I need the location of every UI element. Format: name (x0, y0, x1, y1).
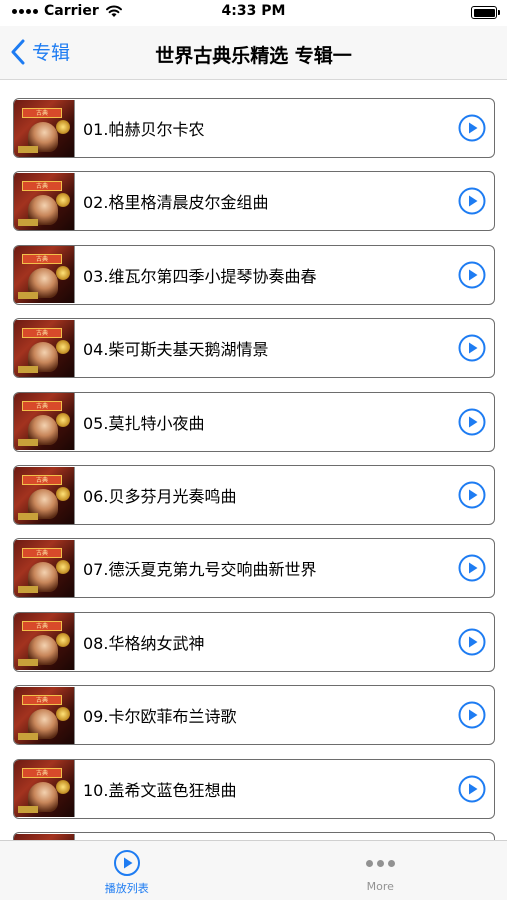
album-cover-image: 古典 (14, 686, 75, 744)
track-title: 10.盖希文蓝色狂想曲 (83, 780, 237, 800)
play-circle-icon (113, 850, 140, 876)
track-title: 04.柴可斯夫基天鹅湖情景 (83, 340, 269, 360)
play-button-icon[interactable] (458, 408, 486, 436)
play-button-icon[interactable] (458, 187, 486, 215)
track-title: 05.莫扎特小夜曲 (83, 413, 205, 433)
track-title: 01.帕赫贝尔卡农 (83, 120, 205, 139)
track-row[interactable]: 古典 03.维瓦尔第四季小提琴协奏曲春 (13, 244, 495, 305)
track-row[interactable]: 古典 01.帕赫贝尔卡农 (13, 98, 495, 158)
track-row[interactable]: 古典 09.卡尔欧菲布兰诗歌 (13, 685, 495, 746)
tab-more-label: More (366, 880, 394, 893)
album-cover-image: 古典 (14, 613, 75, 671)
track-title: 02.格里格清晨皮尔金组曲 (83, 193, 269, 213)
album-cover-image: 古典 (14, 760, 75, 818)
play-button-icon[interactable] (458, 114, 486, 142)
play-button-icon[interactable] (458, 481, 486, 509)
track-title: 08.华格纳女武神 (83, 633, 205, 653)
more-dots-icon (365, 849, 395, 877)
play-button-icon[interactable] (458, 701, 486, 729)
tab-playlist-label: 播放列表 (104, 882, 149, 895)
album-cover-image: 古典 (14, 539, 75, 597)
album-cover-image: 古典 (14, 99, 75, 157)
status-time: 4:33 PM (221, 3, 286, 19)
play-button-icon[interactable] (458, 334, 486, 362)
track-row[interactable]: 古典 06.贝多芬月光奏鸣曲 (13, 465, 495, 525)
track-row[interactable]: 古典 08.华格纳女武神 (13, 611, 495, 672)
track-row[interactable]: 古典 10.盖希文蓝色狂想曲 (13, 758, 495, 819)
play-button-icon[interactable] (458, 261, 486, 289)
play-button-icon[interactable] (458, 628, 486, 656)
track-row[interactable]: 古典 (13, 832, 495, 840)
page-title: 世界古典乐精选 专辑一 (155, 45, 352, 67)
album-cover-image: 古典 (14, 246, 75, 304)
track-list[interactable]: 古典 01.帕赫贝尔卡农 古典 02.格里格清晨皮尔金组曲 古典 03.维瓦尔第四季小提琴… (0, 80, 507, 840)
track-title: 07.德沃夏克第九号交响曲新世界 (83, 560, 317, 580)
status-bar: Carrier 4:33 PM (0, 0, 507, 26)
track-title: 03.维瓦尔第四季小提琴协奏曲春 (83, 266, 317, 286)
track-row[interactable]: 古典 05.莫扎特小夜曲 (13, 391, 495, 452)
tab-bar: 播放列表 More (0, 840, 507, 900)
navigation-bar: 专辑 世界古典乐精选 专辑一 (0, 26, 507, 80)
tab-more[interactable]: More (254, 841, 507, 900)
album-cover-image: 古典 (14, 466, 75, 524)
album-cover-image: 古典 (14, 393, 75, 451)
track-row[interactable]: 古典 04.柴可斯夫基天鹅湖情景 (13, 318, 495, 379)
album-cover-image: 古典 (14, 319, 75, 377)
play-button-icon[interactable] (458, 554, 486, 582)
track-title: 09.卡尔欧菲布兰诗歌 (83, 707, 237, 727)
track-row[interactable]: 古典 07.德沃夏克第九号交响曲新世界 (13, 538, 495, 599)
tab-playlist[interactable]: 播放列表 (0, 841, 254, 900)
track-title: 06.贝多芬月光奏鸣曲 (83, 487, 237, 506)
album-cover-image: 古典 (14, 172, 75, 230)
play-button-icon[interactable] (458, 775, 486, 803)
battery-icon (471, 6, 500, 19)
track-row[interactable]: 古典 02.格里格清晨皮尔金组曲 (13, 171, 495, 232)
